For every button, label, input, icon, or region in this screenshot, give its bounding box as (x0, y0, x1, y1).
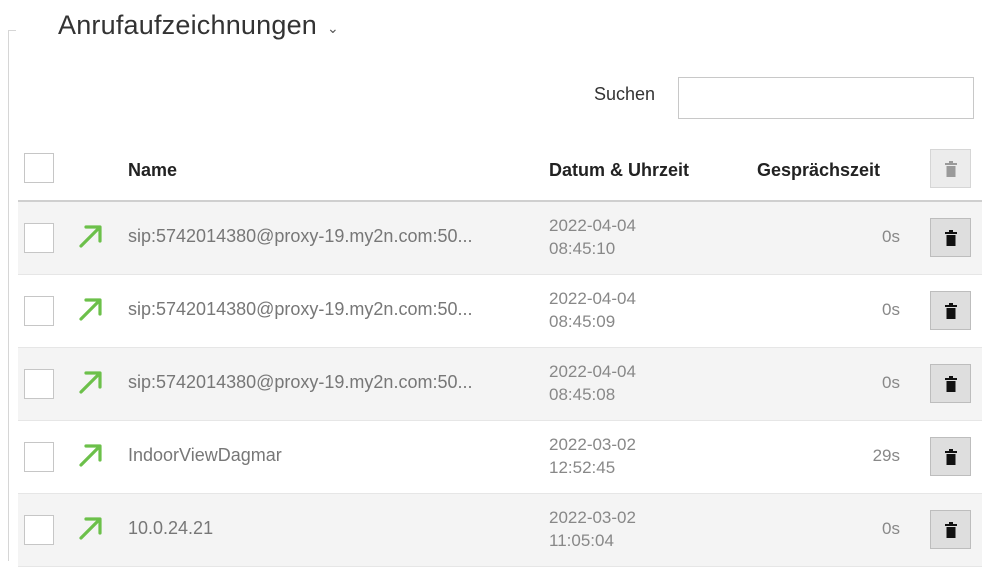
call-name: sip:5742014380@proxy-19.my2n.com:50... (128, 372, 473, 392)
call-name: 10.0.24.21 (128, 518, 214, 538)
delete-row-button[interactable] (930, 364, 971, 403)
row-checkbox[interactable] (24, 442, 54, 472)
call-time: 08:45:08 (549, 385, 616, 404)
call-duration: 0s (882, 373, 900, 392)
call-time: 11:05:04 (549, 531, 614, 550)
call-duration: 29s (872, 446, 900, 465)
call-duration: 0s (882, 300, 900, 319)
call-name: sip:5742014380@proxy-19.my2n.com:50... (128, 299, 473, 319)
call-date: 2022-03-02 (549, 508, 636, 527)
delete-selected-button[interactable] (930, 149, 971, 188)
call-duration: 0s (882, 227, 900, 246)
row-checkbox[interactable] (24, 223, 54, 253)
trash-icon (944, 448, 957, 465)
delete-row-button[interactable] (930, 437, 971, 476)
outgoing-call-icon (79, 298, 102, 321)
call-datetime: 2022-04-04 08:45:10 (549, 214, 636, 260)
call-log-table: Name Datum & Uhrzeit Gesprächszeit sip:5… (18, 141, 982, 567)
delete-row-button[interactable] (930, 291, 971, 330)
column-header-talk-time[interactable]: Gesprächszeit (757, 160, 880, 181)
call-time: 12:52:45 (549, 458, 616, 477)
trash-icon (944, 521, 957, 538)
call-duration: 0s (882, 519, 900, 538)
call-date: 2022-04-04 (549, 216, 636, 235)
call-time: 08:45:10 (549, 239, 616, 258)
call-date: 2022-04-04 (549, 289, 636, 308)
outgoing-call-icon (79, 517, 102, 540)
trash-icon (944, 375, 957, 392)
table-row[interactable]: sip:5742014380@proxy-19.my2n.com:50... 2… (18, 202, 982, 275)
call-date: 2022-04-04 (549, 362, 636, 381)
trash-icon (944, 229, 957, 246)
page-title-text: Anrufaufzeichnungen (58, 10, 317, 40)
chevron-down-icon: ⌄ (327, 20, 339, 36)
column-header-name[interactable]: Name (128, 160, 177, 181)
call-date: 2022-03-02 (549, 435, 636, 454)
table-row[interactable]: IndoorViewDagmar 2022-03-02 12:52:45 29s (18, 421, 982, 494)
delete-row-button[interactable] (930, 218, 971, 257)
outgoing-call-icon (79, 444, 102, 467)
call-name: sip:5742014380@proxy-19.my2n.com:50... (128, 226, 473, 246)
search-label: Suchen (594, 84, 656, 104)
select-all-checkbox[interactable] (24, 153, 54, 183)
table-header: Name Datum & Uhrzeit Gesprächszeit (18, 141, 982, 202)
outgoing-call-icon (79, 225, 102, 248)
call-name: IndoorViewDagmar (128, 445, 282, 465)
table-row[interactable]: sip:5742014380@proxy-19.my2n.com:50... 2… (18, 348, 982, 421)
page-title[interactable]: Anrufaufzeichnungen ⌄ (58, 10, 339, 41)
call-datetime: 2022-04-04 08:45:09 (549, 287, 636, 333)
table-row[interactable]: 10.0.24.21 2022-03-02 11:05:04 0s (18, 494, 982, 567)
call-time: 08:45:09 (549, 312, 616, 331)
call-datetime: 2022-03-02 11:05:04 (549, 506, 636, 552)
delete-row-button[interactable] (930, 510, 971, 549)
outgoing-call-icon (79, 371, 102, 394)
row-checkbox[interactable] (24, 515, 54, 545)
row-checkbox[interactable] (24, 369, 54, 399)
left-border-tick (8, 30, 16, 31)
call-datetime: 2022-04-04 08:45:08 (549, 360, 636, 406)
trash-icon (944, 302, 957, 319)
column-header-datetime[interactable]: Datum & Uhrzeit (549, 160, 689, 181)
row-checkbox[interactable] (24, 296, 54, 326)
search-input[interactable] (678, 77, 974, 119)
call-datetime: 2022-03-02 12:52:45 (549, 433, 636, 479)
table-row[interactable]: sip:5742014380@proxy-19.my2n.com:50... 2… (18, 275, 982, 348)
left-border (8, 30, 9, 561)
trash-icon (944, 160, 957, 177)
